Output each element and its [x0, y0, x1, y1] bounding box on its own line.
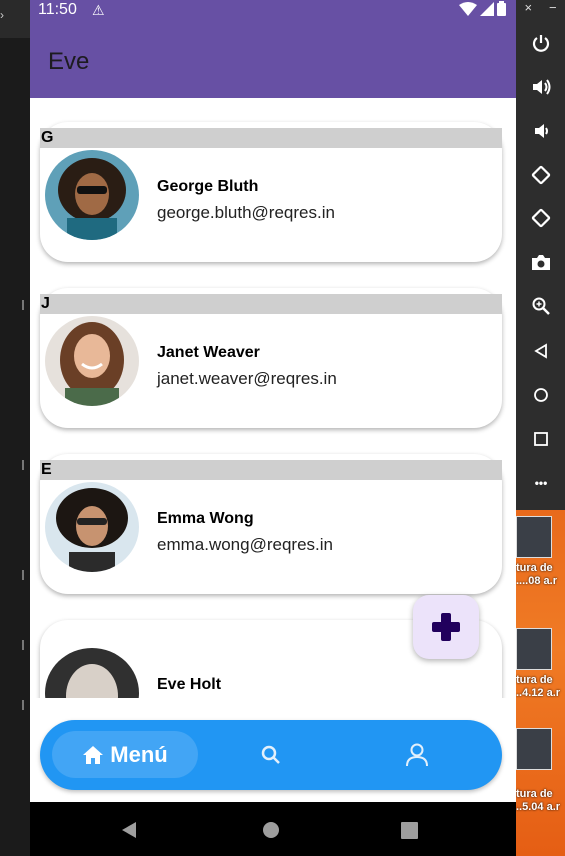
- screenshot-button[interactable]: [528, 249, 554, 275]
- status-time: 11:50: [38, 1, 77, 18]
- camera-icon: [532, 255, 550, 270]
- plus-icon: [432, 613, 460, 641]
- more-icon[interactable]: •••: [528, 470, 554, 496]
- app-title: Eve: [48, 48, 90, 75]
- rotate-right-button[interactable]: [528, 205, 554, 231]
- avatar: [45, 150, 139, 240]
- volume-down-button[interactable]: [528, 118, 554, 144]
- overview-icon: [534, 432, 548, 446]
- minimize-icon[interactable]: −: [549, 0, 557, 20]
- contact-email: emma.wong@reqres.in: [157, 535, 333, 554]
- app-bar: Eve: [30, 22, 516, 98]
- contact-card[interactable]: G George Bluth george.bluth@reqres.in: [40, 122, 502, 262]
- avatar: [45, 482, 139, 572]
- phone-screen: 11:50 ⚠ Eve G George Bluth george.bluth@…: [30, 0, 516, 856]
- status-bar: 11:50 ⚠: [30, 0, 516, 22]
- android-navigation-bar: [30, 802, 516, 856]
- file-label: ..5.04 a.r: [516, 801, 561, 813]
- contact-name: Janet Weaver: [157, 344, 260, 361]
- emulator-toolbar: × − •••: [516, 0, 565, 510]
- rotate-left-button[interactable]: [528, 162, 554, 188]
- person-icon: [406, 743, 428, 767]
- file-thumbnail[interactable]: [516, 728, 552, 770]
- home-icon[interactable]: [262, 821, 280, 839]
- signal-icon: [480, 1, 494, 16]
- section-letter: J: [40, 294, 502, 314]
- file-thumbnail[interactable]: [516, 516, 552, 558]
- contact-name: Emma Wong: [157, 510, 254, 527]
- overview-icon[interactable]: [401, 822, 418, 839]
- file-label: ..4.12 a.r: [516, 687, 561, 699]
- desktop-background: tura de ....08 a.r tura de ..4.12 a.r tu…: [516, 510, 565, 856]
- search-icon: [261, 745, 280, 764]
- contact-card[interactable]: J Janet Weaver janet.weaver@reqres.in: [40, 288, 502, 428]
- home-button[interactable]: [528, 382, 554, 408]
- back-icon[interactable]: [120, 821, 138, 839]
- contact-email: george.bluth@reqres.in: [157, 203, 335, 222]
- overview-button[interactable]: [528, 426, 554, 452]
- volume-up-icon: [533, 79, 551, 95]
- add-contact-button[interactable]: [413, 595, 479, 659]
- nav-menu-button[interactable]: Menú: [52, 731, 198, 778]
- file-thumbnail[interactable]: [516, 628, 552, 670]
- home-icon: [534, 388, 548, 402]
- power-button[interactable]: [528, 30, 554, 56]
- back-icon: [534, 343, 547, 359]
- contact-card[interactable]: E Emma Wong emma.wong@reqres.in: [40, 454, 502, 594]
- wifi-icon: [459, 1, 477, 16]
- nav-profile-button[interactable]: [404, 742, 430, 773]
- power-icon: [532, 35, 550, 52]
- avatar: [45, 648, 139, 698]
- chevron-right-icon: ›: [0, 8, 4, 22]
- battery-icon: [497, 1, 506, 16]
- left-tab[interactable]: ›: [0, 0, 30, 38]
- file-label: tura de: [516, 562, 553, 574]
- nav-menu-label: Menú: [110, 741, 168, 767]
- left-window-strip: ›: [0, 0, 30, 856]
- nav-search-button[interactable]: [260, 744, 282, 771]
- section-letter: E: [40, 460, 502, 480]
- back-button[interactable]: [528, 338, 554, 364]
- volume-down-icon: [535, 124, 548, 138]
- rotate-left-icon: [531, 165, 551, 185]
- zoom-icon: [532, 297, 550, 315]
- contact-name: George Bluth: [157, 178, 259, 195]
- volume-up-button[interactable]: [528, 74, 554, 100]
- close-icon[interactable]: ×: [524, 0, 532, 20]
- warning-icon: ⚠: [92, 2, 105, 18]
- contact-email: janet.weaver@reqres.in: [157, 369, 337, 388]
- zoom-button[interactable]: [528, 293, 554, 319]
- avatar: [45, 316, 139, 406]
- file-label: tura de: [516, 674, 553, 686]
- toolbar-window-controls: × −: [516, 0, 565, 20]
- file-label: ....08 a.r: [516, 575, 557, 587]
- rotate-right-icon: [531, 208, 551, 228]
- section-letter: G: [40, 128, 502, 148]
- file-label: tura de: [516, 788, 553, 800]
- contact-name: Eve Holt: [157, 676, 222, 693]
- system-icons: [459, 1, 506, 16]
- bottom-navigation: Menú: [40, 720, 502, 790]
- home-icon: [83, 745, 104, 764]
